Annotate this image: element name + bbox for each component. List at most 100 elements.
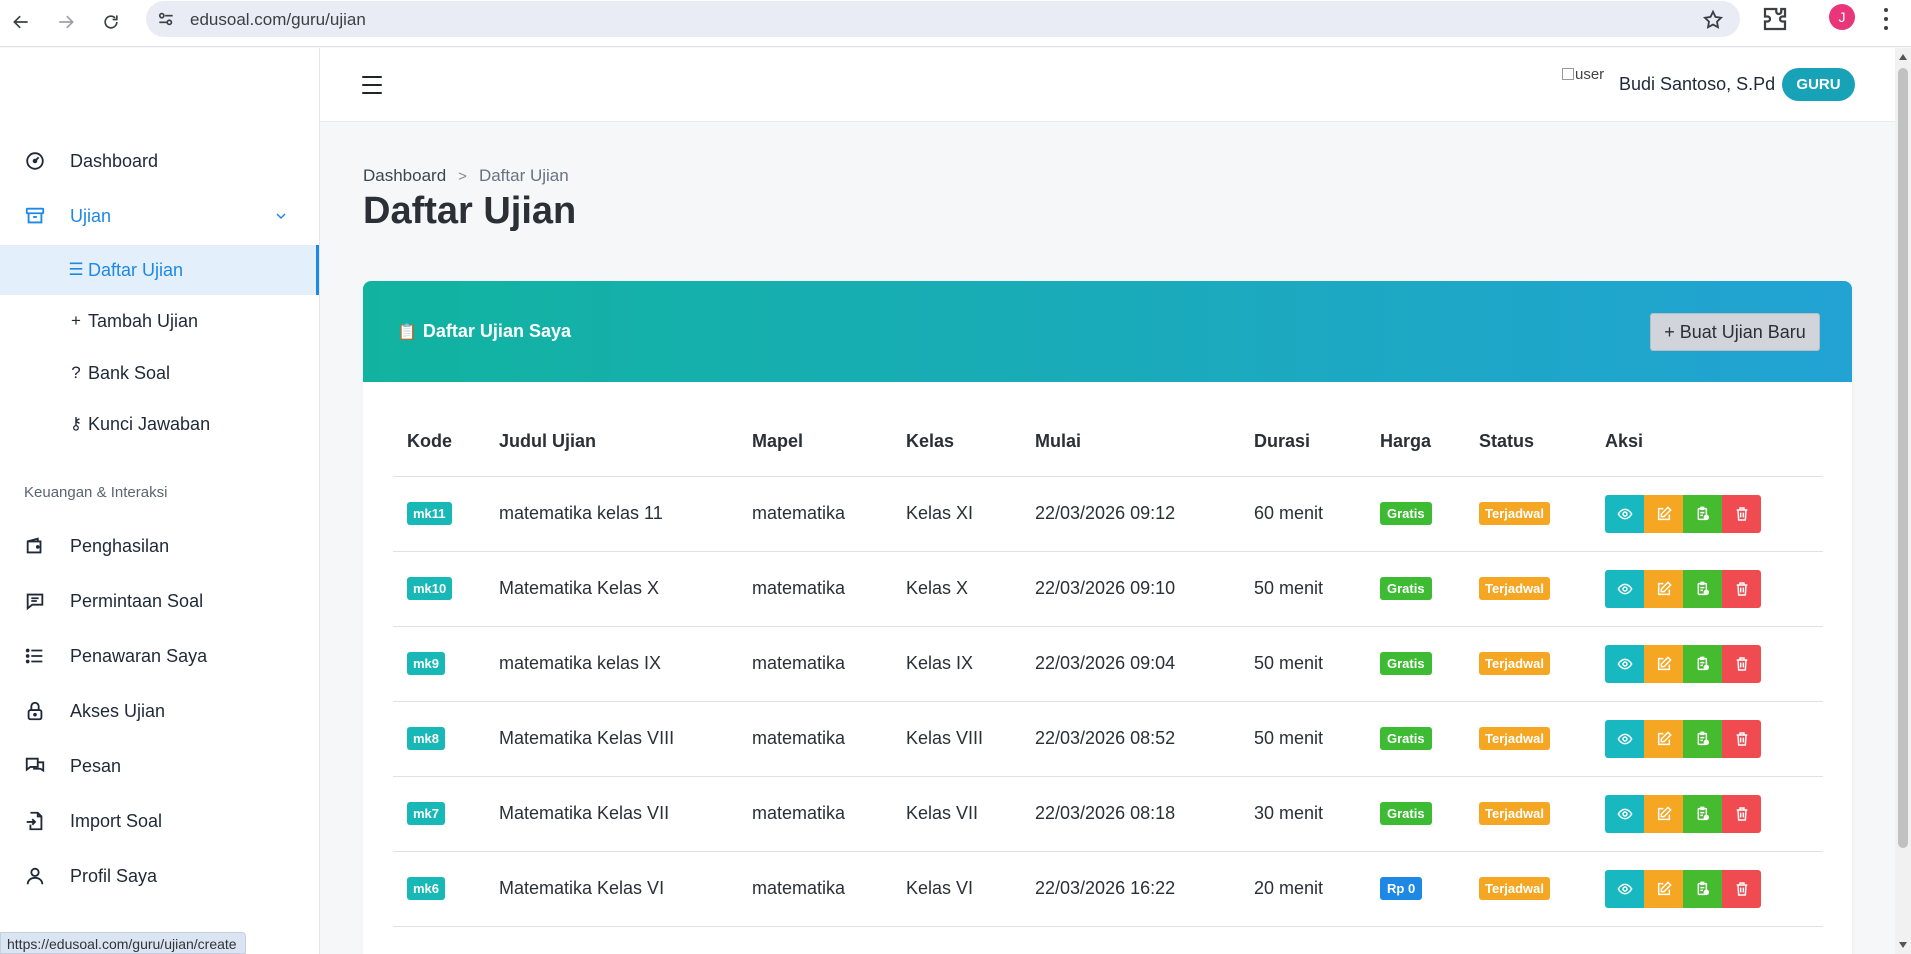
table-row: mk11 matematika kelas 11 matematika Kelas X…: [393, 476, 1823, 552]
cell-mulai: 22/03/2026 09:12: [1021, 476, 1240, 552]
avatar[interactable]: user: [1562, 66, 1608, 88]
sidebar-item-penawaran-saya[interactable]: Penawaran Saya: [0, 633, 319, 679]
report-button[interactable]: [1683, 569, 1722, 608]
page-scrollbar[interactable]: [1895, 48, 1911, 954]
report-button[interactable]: [1683, 719, 1722, 758]
edit-button[interactable]: [1644, 569, 1683, 608]
price-badge: Gratis: [1380, 577, 1432, 600]
user-name[interactable]: Budi Santoso, S.Pd: [1619, 74, 1775, 95]
sidebar-item-label: Kunci Jawaban: [88, 413, 211, 434]
report-button[interactable]: [1683, 869, 1722, 908]
view-button[interactable]: [1605, 494, 1644, 533]
column-header: Durasi: [1240, 408, 1366, 477]
sidebar-subitem-tambah-ujian[interactable]: + Tambah Ujian: [0, 296, 319, 346]
delete-button[interactable]: [1722, 494, 1761, 533]
sidebar-item-profil-saya[interactable]: Profil Saya: [0, 853, 319, 899]
cell-kode: mk10: [393, 551, 485, 627]
forward-button[interactable]: [48, 4, 84, 40]
url-text[interactable]: edusoal.com/guru/ujian: [190, 10, 366, 30]
hamburger-menu-button[interactable]: [362, 76, 382, 94]
cell-kelas: Kelas VI: [892, 851, 1021, 927]
code-badge: mk8: [407, 727, 446, 750]
delete-button[interactable]: [1722, 794, 1761, 833]
scrollbar-thumb[interactable]: [1898, 68, 1908, 848]
delete-button[interactable]: [1722, 719, 1761, 758]
question-icon: ?: [71, 363, 81, 382]
site-settings-icon[interactable]: [156, 9, 176, 29]
edit-button[interactable]: [1644, 644, 1683, 683]
edit-icon: [1657, 655, 1672, 670]
extensions-icon[interactable]: [1760, 4, 1790, 34]
edit-button[interactable]: [1644, 869, 1683, 908]
list-icon: ☰: [68, 260, 84, 279]
view-button[interactable]: [1605, 869, 1644, 908]
breadcrumb-home-link[interactable]: Dashboard: [363, 166, 446, 186]
file-import-icon: [26, 811, 43, 831]
sidebar-subitem-kunci-jawaban[interactable]: ⚷ Kunci Jawaban: [0, 399, 319, 449]
view-button[interactable]: [1605, 569, 1644, 608]
cell-harga: Gratis: [1366, 551, 1465, 627]
report-button[interactable]: [1683, 794, 1722, 833]
cell-harga: Gratis: [1366, 776, 1465, 852]
sidebar-item-dashboard[interactable]: Dashboard: [0, 138, 319, 184]
cell-durasi: 30 menit: [1240, 776, 1366, 852]
sidebar-item-pesan[interactable]: Pesan: [0, 743, 319, 789]
cell-mapel: matematika: [738, 551, 892, 627]
sidebar-item-import-soal[interactable]: Import Soal: [0, 798, 319, 844]
topbar: user Budi Santoso, S.Pd GURU: [320, 48, 1911, 122]
column-header: Kelas: [892, 408, 1021, 477]
sidebar-subitem-daftar-ujian[interactable]: ☰ Daftar Ujian: [0, 245, 319, 295]
dashboard-icon: [26, 152, 44, 170]
cell-mulai: 22/03/2026 09:10: [1021, 551, 1240, 627]
delete-button[interactable]: [1722, 869, 1761, 908]
table-row: mk10 Matematika Kelas Xmatematika Kelas X2…: [393, 551, 1823, 627]
price-badge: Rp 0: [1380, 877, 1423, 900]
sidebar-item-ujian[interactable]: Ujian: [0, 193, 319, 239]
sidebar-item-penghasilan[interactable]: Penghasilan: [0, 523, 319, 569]
view-button[interactable]: [1605, 719, 1644, 758]
reload-button[interactable]: [93, 4, 129, 40]
column-header: Mulai: [1021, 408, 1240, 477]
column-header: Mapel: [738, 408, 892, 477]
cell-status: Terjadwal: [1465, 476, 1591, 552]
wallet-icon: [26, 537, 42, 554]
view-button[interactable]: [1605, 794, 1644, 833]
cell-durasi: 20 menit: [1240, 851, 1366, 927]
code-badge: mk11: [407, 502, 452, 525]
scroll-up-arrow-icon[interactable]: [1899, 54, 1907, 60]
profile-avatar[interactable]: J: [1829, 4, 1855, 30]
sidebar-item-label: Penghasilan: [70, 535, 170, 556]
edit-button[interactable]: [1644, 719, 1683, 758]
column-header: Status: [1465, 408, 1591, 477]
sidebar-item-akses-ujian[interactable]: Akses Ujian: [0, 688, 319, 734]
cell-status: Terjadwal: [1465, 626, 1591, 702]
status-badge: Terjadwal: [1479, 727, 1551, 750]
sidebar-subitem-bank-soal[interactable]: ? Bank Soal: [0, 348, 319, 398]
report-button[interactable]: [1683, 494, 1722, 533]
cell-judul: matematika kelas IX: [485, 626, 738, 702]
bookmark-star-icon[interactable]: [1702, 9, 1724, 31]
edit-button[interactable]: [1644, 494, 1683, 533]
delete-button[interactable]: [1722, 644, 1761, 683]
card-title-text: Daftar Ujian Saya: [422, 321, 571, 341]
scroll-down-arrow-icon[interactable]: [1899, 942, 1907, 948]
cell-mapel: matematika: [738, 851, 892, 927]
edit-button[interactable]: [1644, 794, 1683, 833]
sidebar-item-permintaan-soal[interactable]: Permintaan Soal: [0, 578, 319, 624]
address-bar[interactable]: edusoal.com/guru/ujian: [146, 1, 1740, 37]
report-button[interactable]: [1683, 644, 1722, 683]
report-icon: [1697, 581, 1709, 595]
view-button[interactable]: [1605, 644, 1644, 683]
table-row: mk7 Matematika Kelas VII matematika Kelas V…: [393, 776, 1823, 852]
delete-button[interactable]: [1722, 569, 1761, 608]
card-title: 📋 Daftar Ujian Saya: [397, 321, 571, 342]
cell-status: Terjadwal: [1465, 701, 1591, 777]
back-button[interactable]: [3, 4, 39, 40]
edit-icon: [1657, 730, 1672, 745]
create-exam-button[interactable]: + Buat Ujian Baru: [1650, 313, 1820, 351]
column-header: Harga: [1366, 408, 1465, 477]
column-header: Kode: [393, 408, 485, 477]
cell-status: Terjadwal: [1465, 551, 1591, 627]
browser-menu-button[interactable]: [1876, 6, 1896, 32]
cell-mulai: 22/03/2026 09:04: [1021, 626, 1240, 702]
